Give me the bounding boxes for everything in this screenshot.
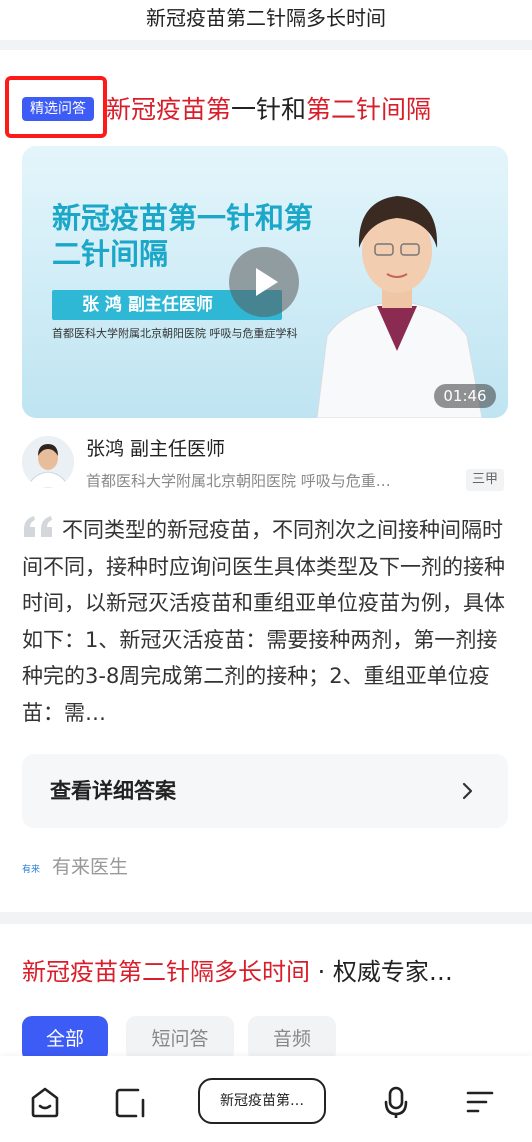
home-icon[interactable] <box>27 1084 63 1120</box>
view-detailed-answer-button[interactable]: 查看详细答案 <box>22 754 508 828</box>
heading-part-2: 一针和 <box>231 95 307 124</box>
result-title-rest: · 权威专家… <box>310 958 453 986</box>
doctor-photo <box>316 196 483 418</box>
doctor-hospital: 首都医科大学附属北京朝阳医院 呼吸与危重… <box>86 472 391 490</box>
annotation-highlight-box <box>5 76 107 138</box>
result-title-highlight: 新冠疫苗第二针隔多长时间 <box>22 958 310 986</box>
heading-part-3: 第二针间隔 <box>306 95 432 124</box>
microphone-icon[interactable] <box>378 1084 414 1120</box>
source-name[interactable]: 有来医生 <box>52 854 128 880</box>
search-query-pill[interactable]: 新冠疫苗第… <box>198 1078 326 1124</box>
chevron-right-icon <box>462 782 473 800</box>
doctor-name[interactable]: 张鸿 副主任医师 <box>86 436 225 462</box>
quote-icon <box>24 516 52 537</box>
search-result-title[interactable]: 新冠疫苗第二针隔多长时间 · 权威专家… <box>22 954 512 990</box>
source-logo: 有来 <box>22 863 40 875</box>
bottom-toolbar: 新冠疫苗第… <box>0 1056 532 1142</box>
tabs-icon[interactable] <box>112 1084 148 1120</box>
answer-text: 不同类型的新冠疫苗，不同剂次之间接种间隔时间不同，接种时应询问医生具体类型及下一… <box>22 518 505 725</box>
hospital-grade-badge: 三甲 <box>466 469 504 491</box>
video-hospital: 首都医科大学附属北京朝阳医院 呼吸与危重症学科 <box>52 327 298 340</box>
divider <box>0 912 532 924</box>
play-button[interactable] <box>229 247 299 317</box>
doctor-avatar[interactable] <box>22 436 74 488</box>
detail-button-label: 查看详细答案 <box>50 779 176 803</box>
menu-icon[interactable] <box>462 1084 498 1120</box>
page-title: 新冠疫苗第二针隔多长时间 <box>146 6 386 30</box>
play-icon <box>256 268 278 296</box>
video-duration: 01:46 <box>434 384 496 408</box>
source-logo-text: 有来 <box>22 863 40 875</box>
video-thumbnail[interactable]: 新冠疫苗第一针和第二针间隔 张 鸿 副主任医师 首都医科大学附属北京朝阳医院 呼… <box>22 146 508 418</box>
doctor-avatar-image <box>22 436 74 488</box>
divider <box>0 40 532 50</box>
heading-part-1: 新冠疫苗第 <box>106 95 232 124</box>
answer-snippet: 不同类型的新冠疫苗，不同剂次之间接种间隔时间不同，接种时应询问医生具体类型及下一… <box>22 512 512 731</box>
